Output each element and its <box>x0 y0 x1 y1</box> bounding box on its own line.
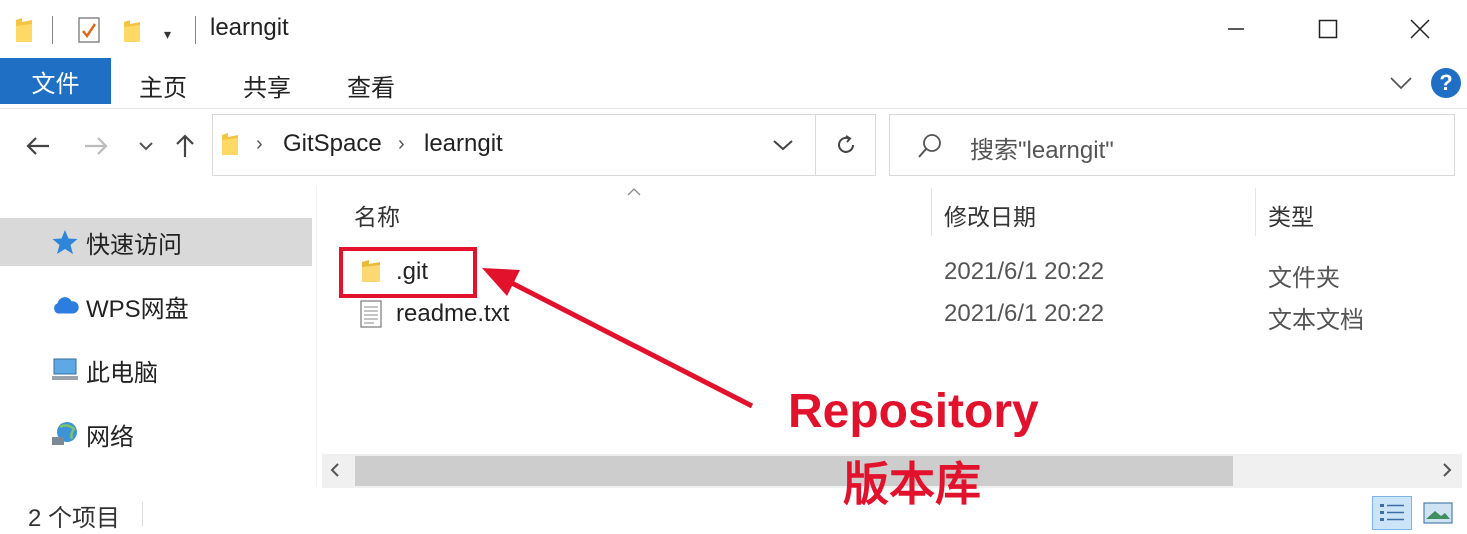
annotation-arrow <box>482 268 754 409</box>
annotation-label-repository: Repository <box>788 385 1039 438</box>
annotation-label-chinese: 版本库 <box>843 458 981 510</box>
